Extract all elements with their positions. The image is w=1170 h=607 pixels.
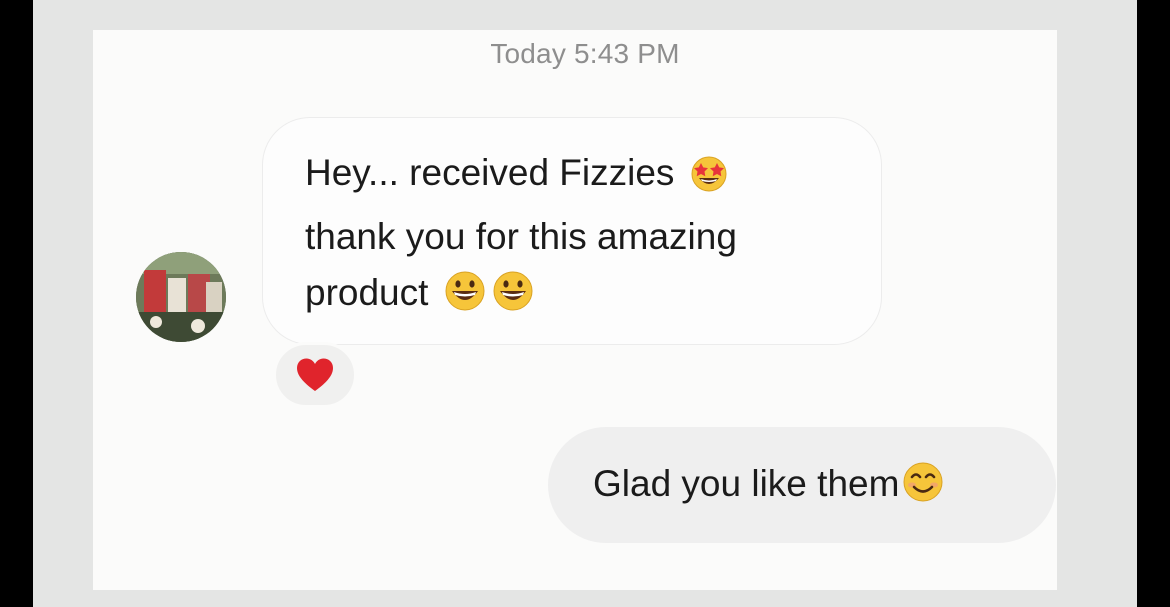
- sender-avatar[interactable]: [136, 252, 226, 342]
- incoming-message-text-1: Hey... received Fizzies: [305, 152, 675, 193]
- heart-reaction[interactable]: [273, 342, 357, 408]
- star-struck-emoji-icon: [689, 153, 729, 209]
- heart-icon: [297, 358, 333, 391]
- grinning-emoji-icon: [491, 269, 535, 329]
- incoming-message-text-3: product: [305, 272, 429, 313]
- incoming-message-line: thank you for this amazing: [305, 216, 737, 257]
- outgoing-message-text: Glad you like them: [593, 463, 900, 504]
- chat-window: Today 5:43 PM Hey... received Fizzies th…: [33, 0, 1137, 607]
- grinning-emoji-icon: [443, 269, 487, 329]
- incoming-message-line: product: [305, 265, 841, 329]
- message-timestamp: Today 5:43 PM: [490, 38, 680, 69]
- outgoing-message-bubble[interactable]: Glad you like them: [548, 427, 1056, 543]
- incoming-message-line: Hey... received Fizzies: [305, 145, 841, 209]
- incoming-message-bubble[interactable]: Hey... received Fizzies thank you for th…: [262, 117, 882, 345]
- smiling-emoji-icon: [901, 460, 945, 517]
- avatar-photo: [136, 252, 226, 342]
